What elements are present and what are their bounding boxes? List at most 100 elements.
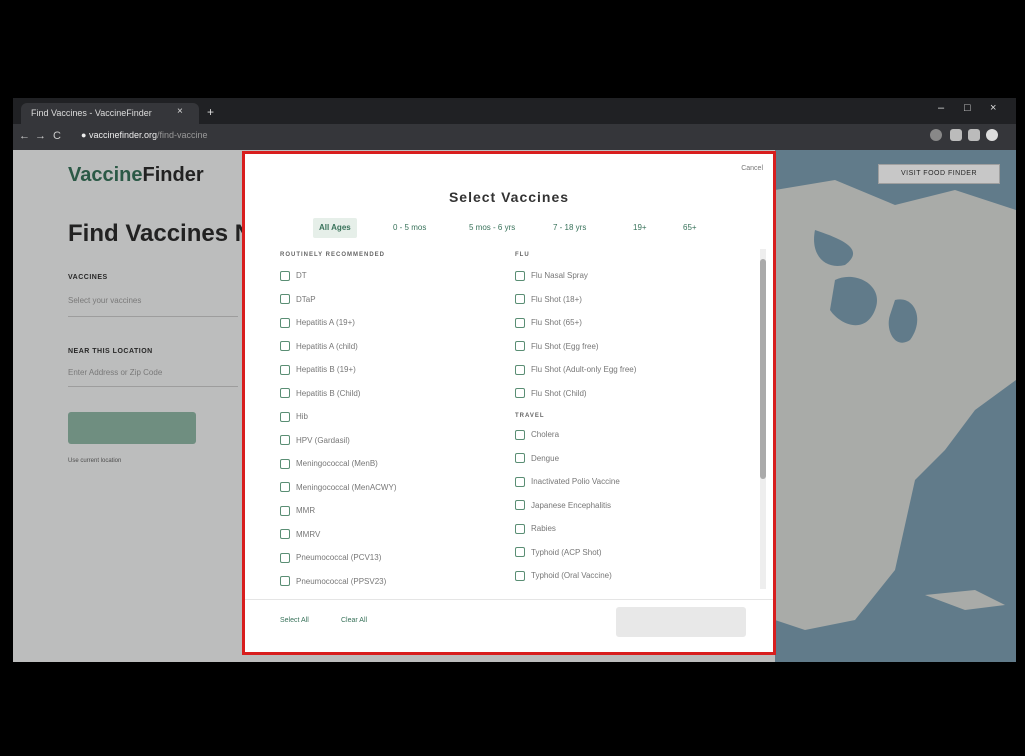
checkbox[interactable] [280,341,290,352]
vaccine-label: Japanese Encephalitis [531,500,612,510]
cancel-button[interactable]: Cancel [741,165,763,172]
reload-button[interactable]: C [53,130,61,142]
vaccine-label: MMR [296,506,316,516]
scrollbar[interactable] [760,249,766,589]
vaccine-option[interactable]: Flu Shot (Adult-only Egg free) [515,358,636,382]
forward-button[interactable]: → [35,130,46,142]
checkbox[interactable] [280,458,290,469]
tab-65-plus[interactable]: 65+ [677,218,703,238]
checkbox[interactable] [515,570,525,581]
checkbox[interactable] [280,317,290,328]
checkbox[interactable] [280,529,290,540]
checkbox[interactable] [280,482,290,493]
checkbox[interactable] [515,270,525,281]
minimize-button[interactable]: – [938,102,944,114]
back-button[interactable]: ← [19,130,30,142]
scrollbar-thumb[interactable] [760,259,766,479]
address-bar: ← → C ● vaccinefinder.org/find-vaccine [13,124,1016,150]
checkbox[interactable] [515,453,525,464]
maximize-button[interactable]: □ [964,102,971,114]
vaccine-option[interactable]: Pneumococcal (PCV13) [280,546,396,570]
checkbox[interactable] [515,547,525,558]
checkbox[interactable] [515,294,525,305]
checkbox[interactable] [280,294,290,305]
checkbox[interactable] [515,364,525,375]
vaccine-label: Hepatitis B (Child) [296,388,361,398]
tab-0-5-mos[interactable]: 0 - 5 mos [387,218,432,238]
checkbox[interactable] [280,388,290,399]
apply-button[interactable] [616,607,746,637]
select-all-link[interactable]: Select All [280,617,309,624]
checkbox[interactable] [280,576,290,587]
vaccine-option[interactable]: HPV (Gardasil) [280,429,396,453]
vaccine-option[interactable]: Flu Shot (18+) [515,288,636,312]
tab-close-icon[interactable]: × [177,106,183,117]
new-tab-button[interactable]: + [207,105,214,119]
vaccine-label: DTaP [296,294,316,304]
vaccine-label: Rabies [531,524,556,534]
vaccine-option[interactable]: Cholera [515,423,636,447]
profile-avatar[interactable] [986,129,998,141]
checkbox[interactable] [515,429,525,440]
vaccine-label: Flu Shot (65+) [531,318,582,328]
vaccine-option[interactable]: Hepatitis B (Child) [280,382,396,406]
vaccine-label: HPV (Gardasil) [296,435,350,445]
tab-7-18-yrs[interactable]: 7 - 18 yrs [547,218,592,238]
tab-all-ages[interactable]: All Ages [313,218,357,238]
vaccine-option[interactable]: Flu Shot (Child) [515,382,636,406]
checkbox[interactable] [280,270,290,281]
browser-tab[interactable]: Find Vaccines - VaccineFinder × [21,103,199,124]
vaccine-option[interactable]: Hepatitis A (19+) [280,311,396,335]
tab-19-plus[interactable]: 19+ [627,218,653,238]
vaccine-option[interactable]: Flu Nasal Spray [515,264,636,288]
vaccine-label: Flu Nasal Spray [531,271,588,281]
vaccine-option[interactable]: Meningococcal (MenB) [280,452,396,476]
vaccine-option[interactable]: Flu Shot (65+) [515,311,636,335]
checkbox[interactable] [515,388,525,399]
extension-icon[interactable] [968,129,980,141]
clear-all-link[interactable]: Clear All [341,617,367,624]
checkbox[interactable] [280,552,290,563]
checkbox[interactable] [280,435,290,446]
footer-divider [245,599,773,600]
vaccine-list-travel: Cholera Dengue Inactivated Polio Vaccine Ja… [515,423,636,588]
checkbox[interactable] [280,364,290,375]
url-host: vaccinefinder.org [88,130,157,140]
vaccine-option[interactable]: Rabies [515,517,636,541]
extension-icon[interactable] [950,129,962,141]
star-icon[interactable] [930,129,942,141]
vaccine-option[interactable]: Typhoid (Oral Vaccine) [515,564,636,588]
vaccine-option[interactable]: MMR [280,499,396,523]
vaccine-option[interactable]: Meningococcal (MenACWY) [280,476,396,500]
vaccine-option[interactable]: Japanese Encephalitis [515,494,636,518]
checkbox[interactable] [515,523,525,534]
checkbox[interactable] [515,317,525,328]
vaccine-option[interactable]: Pneumococcal (PPSV23) [280,570,396,594]
vaccine-option[interactable]: Inactivated Polio Vaccine [515,470,636,494]
vaccine-option[interactable]: Dengue [515,447,636,471]
checkbox[interactable] [280,505,290,516]
vaccine-option[interactable]: Hepatitis B (19+) [280,358,396,382]
close-window-button[interactable]: × [990,102,996,114]
checkbox[interactable] [515,500,525,511]
vaccine-option[interactable]: Flu Shot (Egg free) [515,335,636,359]
vaccine-option[interactable]: MMRV [280,523,396,547]
dialog-title: Select Vaccines [448,189,570,205]
checkbox[interactable] [515,476,525,487]
tab-5mos-6yrs[interactable]: 5 mos - 6 yrs [463,218,521,238]
vaccine-label: Hepatitis A (19+) [296,318,355,328]
vaccine-option[interactable]: Hepatitis A (child) [280,335,396,359]
vaccine-label: Flu Shot (Child) [531,388,587,398]
url-field[interactable]: ● vaccinefinder.org/find-vaccine [81,130,208,140]
vaccine-label: Meningococcal (MenACWY) [296,482,397,492]
checkbox[interactable] [280,411,290,422]
vaccine-option[interactable]: DTaP [280,288,396,312]
tab-title: Find Vaccines - VaccineFinder [31,108,152,118]
vaccine-label: Typhoid (Oral Vaccine) [531,571,612,581]
checkbox[interactable] [515,341,525,352]
vaccine-option[interactable]: Hib [280,405,396,429]
vaccine-label: Flu Shot (18+) [531,294,582,304]
vaccine-option[interactable]: DT [280,264,396,288]
vaccine-label: Pneumococcal (PPSV23) [296,576,387,586]
vaccine-option[interactable]: Typhoid (ACP Shot) [515,541,636,565]
